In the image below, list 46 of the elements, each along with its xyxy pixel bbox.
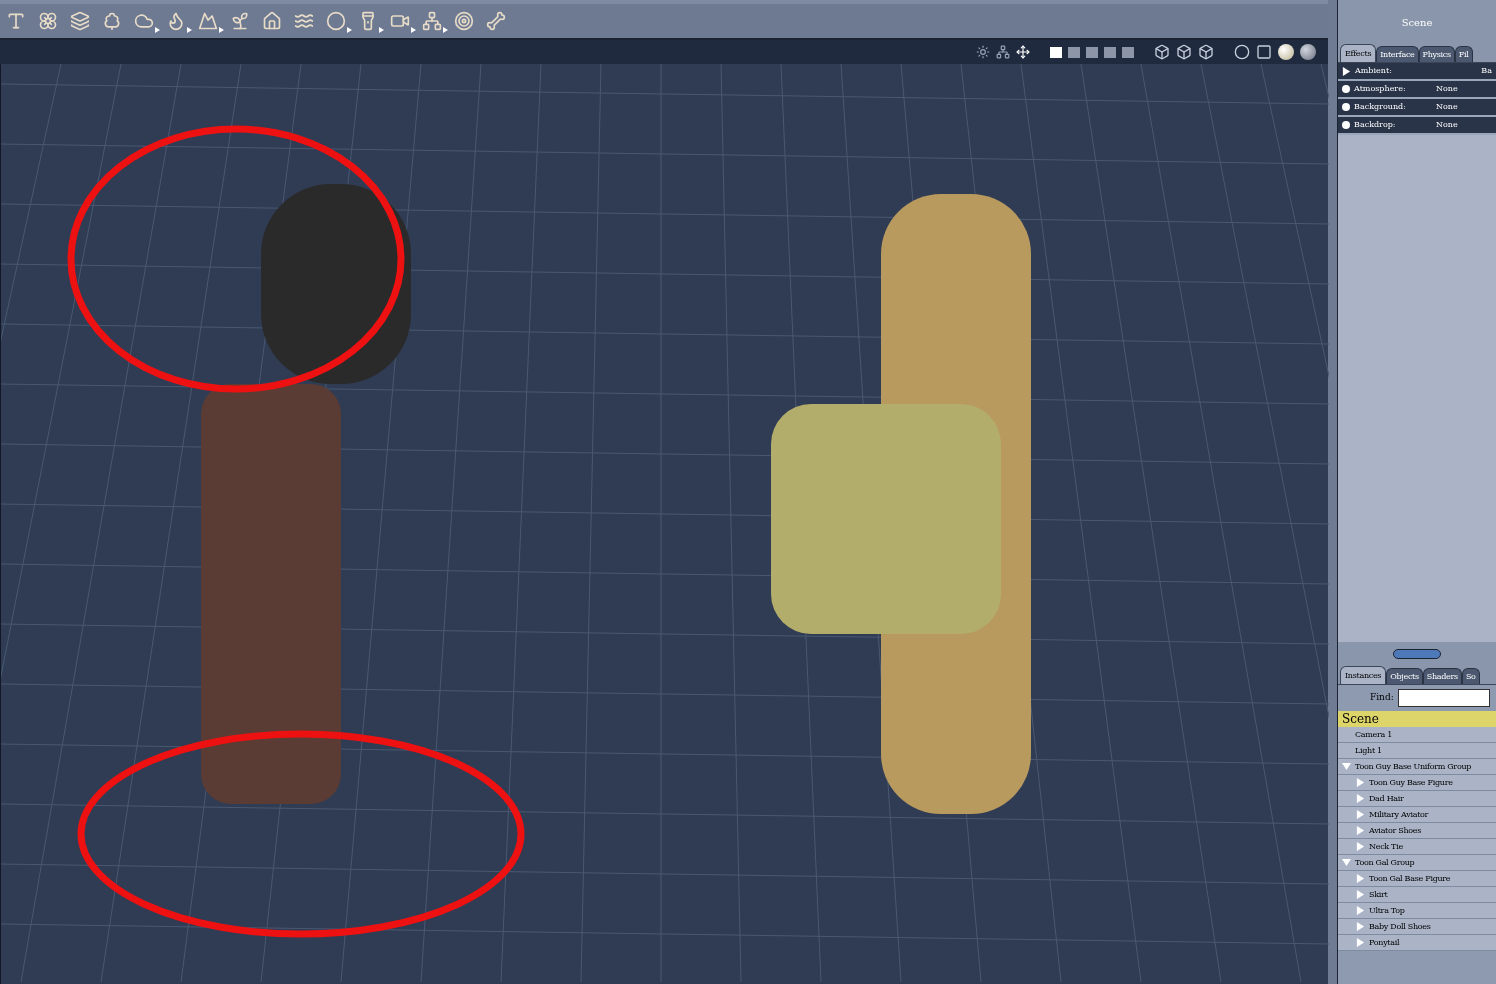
- panel-tab[interactable]: Physics: [1418, 46, 1455, 62]
- panel-tab[interactable]: Interface: [1376, 46, 1419, 62]
- property-value[interactable]: None: [1436, 101, 1458, 113]
- panel-title: Scene: [1401, 15, 1433, 30]
- menu-flag-icon: [411, 27, 416, 33]
- square-icon[interactable]: [1256, 44, 1272, 60]
- menu-flag-icon: [347, 27, 352, 33]
- collapse-arrow-icon[interactable]: [1342, 762, 1351, 771]
- property-value[interactable]: None: [1436, 119, 1458, 131]
- menu-flag-icon: [219, 27, 224, 33]
- find-field[interactable]: [1397, 689, 1490, 707]
- menu-flag-icon: [187, 27, 192, 33]
- move-icon[interactable]: [1016, 45, 1030, 59]
- tree-item[interactable]: Neck Tie: [1369, 840, 1403, 853]
- panel-tab[interactable]: Shaders: [1422, 668, 1462, 684]
- property-value[interactable]: Ba: [1481, 65, 1492, 77]
- hierarchy-icon[interactable]: [996, 45, 1010, 59]
- panel-tab[interactable]: So: [1461, 668, 1480, 684]
- panel-tab[interactable]: Fil: [1454, 46, 1473, 62]
- property-value[interactable]: None: [1436, 83, 1458, 95]
- tree-item[interactable]: Ponytail: [1369, 936, 1400, 949]
- tree-item[interactable]: Camera 1: [1355, 728, 1393, 741]
- find-label: Find:: [1370, 691, 1394, 705]
- expand-arrow-icon[interactable]: [1342, 66, 1351, 76]
- property-label: Backdrop:: [1354, 119, 1397, 131]
- splitter-handle[interactable]: [1393, 649, 1441, 659]
- tree-item[interactable]: Skirt: [1369, 888, 1388, 901]
- property-label: Background:: [1354, 101, 1407, 113]
- cube-icon[interactable]: [1198, 44, 1214, 60]
- layout-icon[interactable]: [1050, 46, 1062, 58]
- collapse-arrow-icon[interactable]: [1342, 858, 1351, 867]
- panel-tab[interactable]: Effects: [1340, 44, 1377, 62]
- panel-tab[interactable]: Objects: [1386, 668, 1423, 684]
- menu-flag-icon: [379, 27, 384, 33]
- property-label: Atmosphere:: [1354, 83, 1407, 95]
- circle-icon[interactable]: [1234, 44, 1250, 60]
- tree-item[interactable]: Light 1: [1355, 744, 1382, 757]
- property-label: Ambient:: [1355, 65, 1393, 77]
- menu-flag-icon: [443, 27, 448, 33]
- cube-icon[interactable]: [1176, 44, 1192, 60]
- cube-icon[interactable]: [1154, 44, 1170, 60]
- menu-flag-icon: [155, 27, 160, 33]
- tree-item[interactable]: Ultra Top: [1369, 904, 1405, 917]
- light-icon[interactable]: [976, 45, 990, 59]
- tree-item[interactable]: Dad Hair: [1369, 792, 1404, 805]
- panel-tab[interactable]: Instances: [1340, 666, 1387, 684]
